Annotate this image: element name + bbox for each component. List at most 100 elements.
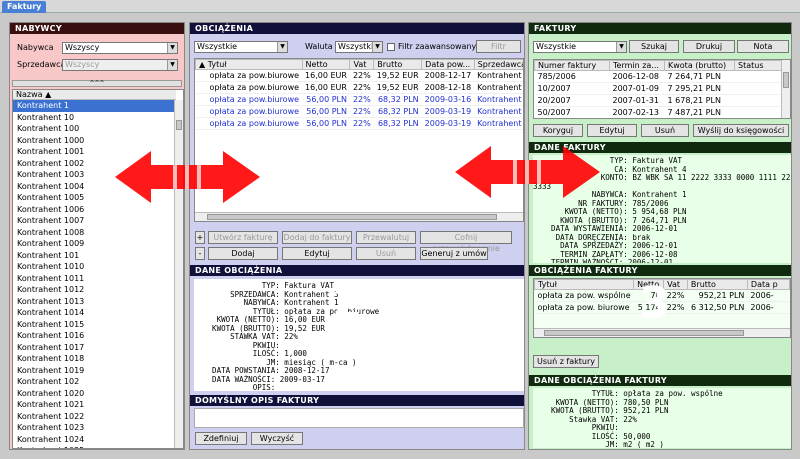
cell-vat: 22%: [349, 69, 374, 82]
table-row[interactable]: 785/2006 2006-12-08 7 264,71 PLN: [534, 70, 783, 83]
collapse-handle[interactable]: ^^^: [12, 80, 182, 87]
table-row[interactable]: opłata za pow.biurowe 56,00 PLN 22% 68,32 P…: [195, 105, 523, 118]
list-item[interactable]: Kontrahent 1009: [13, 238, 176, 250]
drukuj-button[interactable]: Drukuj: [683, 40, 735, 53]
list-item[interactable]: Kontrahent 1024: [13, 434, 176, 446]
faktury-filter-select[interactable]: Wszystkie ▼: [533, 41, 627, 53]
col-brutto[interactable]: Brutto: [373, 59, 423, 70]
kontrahent-list[interactable]: Nazwa ▲ Kontrahent 1 Kontrahent 10 Kontrah…: [12, 89, 184, 449]
table-row[interactable]: opłata za pow.biurowe 16,00 EUR 22% 19,52 E…: [195, 81, 523, 94]
nazwa-column-header[interactable]: Nazwa ▲: [13, 90, 176, 100]
dodaj-do-faktury-button[interactable]: Dodaj do faktury: [282, 231, 352, 244]
col-kwota[interactable]: Kwota (brutto): [664, 60, 735, 71]
table-row[interactable]: 50/2007 2007-02-13 7 487,21 PLN: [534, 106, 783, 118]
cell-kwota: 1 678,21 PLN: [664, 94, 735, 107]
filtr-button[interactable]: Filtr: [476, 40, 521, 53]
list-item[interactable]: Kontrahent 1008: [13, 227, 176, 239]
col-obc-tytul[interactable]: Tytuł: [534, 279, 635, 290]
list-item[interactable]: Kontrahent 1007: [13, 215, 176, 227]
list-item[interactable]: Kontrahent 1025: [13, 445, 176, 448]
usun-faktura-button[interactable]: Usuń: [641, 124, 689, 137]
cell-sprz: Kontrahent: [474, 69, 523, 82]
obciazenia-hscroll[interactable]: [195, 212, 523, 221]
przewalutuj-button[interactable]: Przewalutuj: [356, 231, 416, 244]
double-arrow-left-icon: [115, 151, 260, 203]
scrollbar-thumb[interactable]: [783, 72, 789, 88]
list-item[interactable]: Kontrahent 1000: [13, 135, 176, 147]
nota-button[interactable]: Nota: [737, 40, 789, 53]
obciazenia-panel: OBCIĄŻENIA Wszystkie ▼ Waluta Wszystkie …: [189, 22, 525, 450]
col-tytul[interactable]: ▲ Tytuł: [195, 59, 303, 70]
list-item[interactable]: Kontrahent 1016: [13, 330, 176, 342]
list-item[interactable]: Kontrahent 1020: [13, 388, 176, 400]
table-row[interactable]: 20/2007 2007-01-31 1 678,21 PLN: [534, 94, 783, 107]
generuj-z-umow-button[interactable]: Generuj z umów: [420, 247, 488, 260]
list-item[interactable]: Kontrahent 1019: [13, 365, 176, 377]
cell-status: [734, 106, 783, 118]
wyczysc-button[interactable]: Wyczyść: [251, 432, 303, 445]
list-item[interactable]: Kontrahent 100: [13, 123, 176, 135]
cell-data: 2008-12-18: [421, 81, 475, 94]
table-row[interactable]: opłata za pow.biurowe 56,00 PLN 22% 68,32 P…: [195, 93, 523, 106]
list-item[interactable]: Kontrahent 1: [13, 100, 176, 112]
zdefiniuj-button[interactable]: Zdefiniuj: [195, 432, 247, 445]
cell-kwota: 7 264,71 PLN: [664, 70, 735, 83]
col-status[interactable]: Status: [734, 60, 783, 71]
nabywcy-header: NABYWCY: [10, 23, 184, 34]
minus-button[interactable]: -: [195, 247, 205, 260]
list-item[interactable]: Kontrahent 102: [13, 376, 176, 388]
scrollbar-thumb[interactable]: [176, 120, 182, 130]
col-termin[interactable]: Termin za...: [609, 60, 665, 71]
usun-z-faktury-button[interactable]: Usuń z faktury: [533, 355, 599, 368]
table-row[interactable]: opłata za pow.biurowe 56,00 PLN 22% 68,32 P…: [195, 117, 523, 130]
col-vat[interactable]: Vat: [349, 59, 375, 70]
wyslij-do-ksiegowosci-button[interactable]: Wyślij do księgowości: [693, 124, 789, 137]
list-item[interactable]: Kontrahent 1021: [13, 399, 176, 411]
list-item[interactable]: Kontrahent 1017: [13, 342, 176, 354]
col-data[interactable]: Data pow...: [421, 59, 475, 70]
filtr-zaawansowany-checkbox[interactable]: [387, 43, 395, 51]
table-row[interactable]: 10/2007 2007-01-09 7 295,21 PLN: [534, 82, 783, 95]
scrollbar-thumb[interactable]: [207, 214, 497, 220]
szukaj-button[interactable]: Szukaj: [629, 40, 679, 53]
edytuj-faktura-button[interactable]: Edytuj: [587, 124, 637, 137]
usun-button[interactable]: Usuń: [356, 247, 416, 260]
cell-sprz: Kontrahent: [474, 81, 523, 94]
koryguj-button[interactable]: Koryguj: [533, 124, 583, 137]
cell-termin: 2007-02-13: [609, 106, 665, 118]
faktury-header: FAKTURY: [529, 23, 791, 34]
utworz-fakture-button[interactable]: Utwórz fakturę: [208, 231, 278, 244]
col-sprzedawca[interactable]: Sprzedawca: [473, 59, 523, 70]
sprzedawca-select[interactable]: Wszyscy ▼: [62, 59, 178, 71]
list-item[interactable]: Kontrahent 1010: [13, 261, 176, 273]
col-netto[interactable]: Netto: [301, 59, 351, 70]
faktury-table[interactable]: Numer faktury Termin za... Kwota (brutto…: [533, 59, 791, 119]
nazwa-column-header-label: Nazwa: [16, 90, 43, 99]
list-item[interactable]: Kontrahent 101: [13, 250, 176, 262]
list-item[interactable]: Kontrahent 1022: [13, 411, 176, 423]
cofnij-przewalutowanie-button[interactable]: Cofnij przewalutowanie: [420, 231, 512, 253]
list-item[interactable]: Kontrahent 10: [13, 112, 176, 124]
obciazenia-filter-select[interactable]: Wszystkie ▼: [194, 41, 288, 53]
dodaj-button[interactable]: Dodaj: [208, 247, 278, 260]
col-obc-brutto[interactable]: Brutto: [686, 279, 748, 290]
faktury-scrollbar[interactable]: [781, 60, 790, 118]
cell-tytul: opłata za pow. wspólne: [534, 289, 634, 302]
nabywca-select[interactable]: Wszyscy ▼: [62, 42, 178, 54]
col-numer[interactable]: Numer faktury: [534, 60, 610, 71]
obciazenia-faktury-header: OBCIĄŻENIA FAKTURY: [529, 265, 791, 276]
cell-brutto: 6 312,50 PLN: [687, 301, 748, 314]
obciazenia-faktury-hscroll[interactable]: [534, 328, 790, 337]
tab-faktury[interactable]: Faktury: [2, 1, 47, 13]
list-item[interactable]: Kontrahent 1018: [13, 353, 176, 365]
col-obc-data[interactable]: Data p: [746, 279, 790, 290]
plus-button[interactable]: +: [195, 231, 205, 244]
table-row[interactable]: opłata za pow.biurowe 16,00 EUR 22% 19,52 E…: [195, 69, 523, 82]
waluta-select[interactable]: Wszystkie ▼: [335, 41, 383, 53]
opis-faktury-text: [194, 408, 524, 428]
cell-brutto: 19,52 EUR: [373, 69, 422, 82]
scrollbar-thumb[interactable]: [544, 330, 744, 336]
col-tytul-label: Tytuł: [207, 60, 227, 69]
list-item[interactable]: Kontrahent 1023: [13, 422, 176, 434]
edytuj-button[interactable]: Edytuj: [282, 247, 352, 260]
